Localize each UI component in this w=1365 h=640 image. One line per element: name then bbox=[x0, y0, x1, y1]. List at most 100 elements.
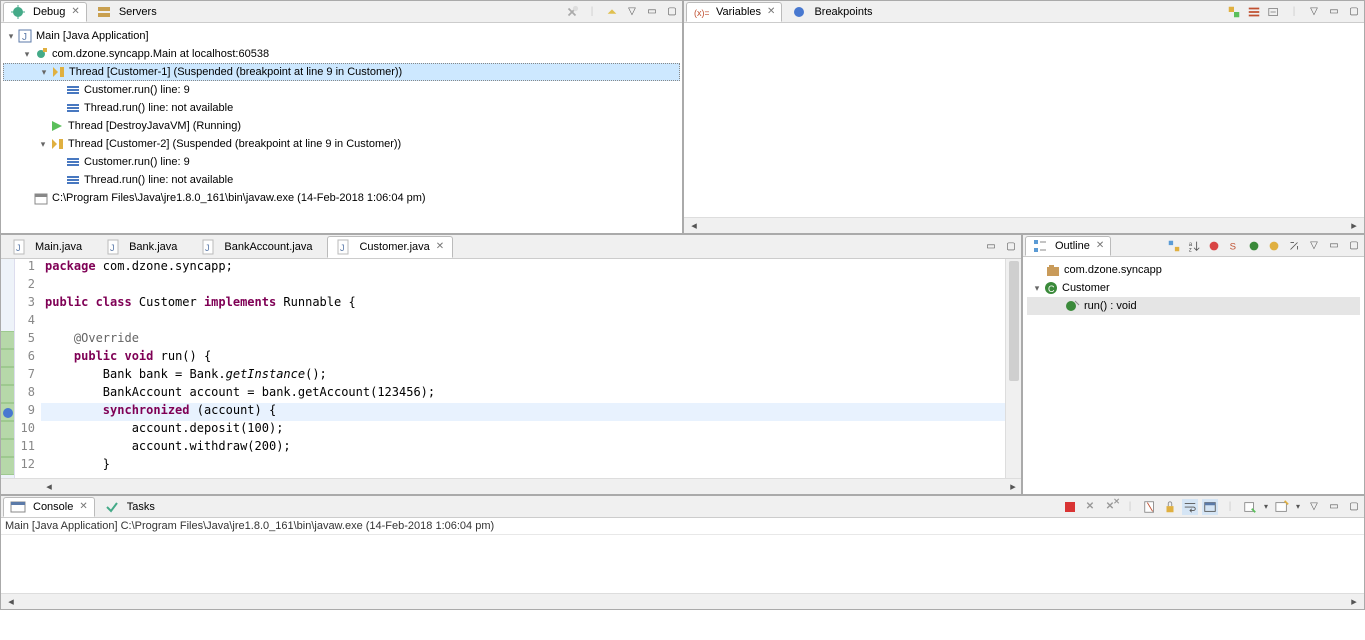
tree-stackframe[interactable]: Thread.run() line: not available bbox=[3, 99, 680, 117]
link-editor-icon[interactable] bbox=[1286, 238, 1302, 254]
sep: | bbox=[1222, 499, 1238, 515]
scroll-right-icon[interactable]: ▸ bbox=[1005, 480, 1021, 494]
tab-main-java[interactable]: JMain.java bbox=[3, 236, 91, 258]
variables-hscroll[interactable]: ◂ ▸ bbox=[684, 217, 1364, 233]
close-icon[interactable]: ✕ bbox=[79, 501, 87, 512]
clear-console-icon[interactable] bbox=[1142, 499, 1158, 515]
tab-variables[interactable]: (x)= Variables ✕ bbox=[686, 2, 782, 22]
outline-package[interactable]: com.dzone.syncapp bbox=[1027, 261, 1360, 279]
remove-terminated-icon[interactable] bbox=[564, 4, 580, 20]
twisty-icon[interactable]: ▾ bbox=[37, 139, 49, 150]
minimize-icon[interactable]: ▭ bbox=[983, 239, 999, 255]
scroll-thumb[interactable] bbox=[1009, 261, 1019, 381]
maximize-icon[interactable]: ▢ bbox=[1003, 239, 1019, 255]
maximize-icon[interactable]: ▢ bbox=[664, 4, 680, 20]
scroll-right-icon[interactable]: ▸ bbox=[1346, 219, 1362, 233]
chevron-down-icon[interactable]: ▽ bbox=[1306, 499, 1322, 515]
tab-outline[interactable]: Outline ✕ bbox=[1025, 236, 1111, 256]
tree-node-thread-destroy[interactable]: Thread [DestroyJavaVM] (Running) bbox=[3, 117, 680, 135]
minimize-icon[interactable]: ▭ bbox=[1326, 238, 1342, 254]
terminate-button[interactable] bbox=[1062, 499, 1078, 515]
scroll-left-icon[interactable]: ◂ bbox=[3, 595, 19, 609]
tab-outline-label: Outline bbox=[1055, 240, 1090, 252]
breakpoint-marker[interactable] bbox=[1, 403, 14, 421]
hide-static-icon[interactable]: S bbox=[1226, 238, 1242, 254]
tab-console-label: Console bbox=[33, 501, 73, 513]
remove-all-icon[interactable]: ✕✕ bbox=[1102, 499, 1118, 515]
sep: | bbox=[1286, 4, 1302, 20]
tree-stackframe[interactable]: Customer.run() line: 9 bbox=[3, 81, 680, 99]
tab-breakpoints[interactable]: Breakpoints bbox=[784, 2, 879, 22]
tab-tasks[interactable]: Tasks bbox=[97, 497, 162, 517]
sort-icon[interactable]: az bbox=[1186, 238, 1202, 254]
hide-fields-icon[interactable] bbox=[1206, 238, 1222, 254]
tab-debug-label: Debug bbox=[33, 6, 65, 18]
scroll-right-icon[interactable]: ▸ bbox=[1346, 595, 1362, 609]
view-menu-icon[interactable] bbox=[604, 4, 620, 20]
debug-tree[interactable]: ▾JMain [Java Application] ▾com.dzone.syn… bbox=[1, 23, 682, 233]
editor-vscroll[interactable] bbox=[1005, 259, 1021, 478]
chevron-down-icon[interactable]: ▽ bbox=[624, 4, 640, 20]
hide-nonpublic-icon[interactable] bbox=[1246, 238, 1262, 254]
tree-node-thread-2[interactable]: ▾Thread [Customer-2] (Suspended (breakpo… bbox=[3, 135, 680, 153]
remove-launch-icon[interactable]: ✕ bbox=[1082, 499, 1098, 515]
chevron-down-icon[interactable]: ▽ bbox=[1306, 4, 1322, 20]
show-logical-icon[interactable] bbox=[1246, 4, 1262, 20]
tree-stackframe[interactable]: Thread.run() line: not available bbox=[3, 171, 680, 189]
chevron-down-icon[interactable]: ▾ bbox=[1262, 499, 1270, 515]
scroll-left-icon[interactable]: ◂ bbox=[41, 480, 57, 494]
maximize-icon[interactable]: ▢ bbox=[1346, 4, 1362, 20]
outline-tree[interactable]: com.dzone.syncapp ▾CCustomer run() : voi… bbox=[1023, 257, 1364, 494]
editor-hscroll[interactable]: ◂ ▸ bbox=[1, 478, 1021, 494]
close-icon[interactable]: ✕ bbox=[1096, 240, 1104, 251]
outline-class[interactable]: ▾CCustomer bbox=[1027, 279, 1360, 297]
chevron-down-icon[interactable]: ▾ bbox=[1294, 499, 1302, 515]
minimize-icon[interactable]: ▭ bbox=[644, 4, 660, 20]
twisty-icon[interactable]: ▾ bbox=[21, 49, 33, 60]
code-area[interactable]: package com.dzone.syncapp; public class … bbox=[41, 259, 1005, 478]
minimize-icon[interactable]: ▭ bbox=[1326, 4, 1342, 20]
tab-servers[interactable]: Servers bbox=[89, 2, 164, 22]
word-wrap-icon[interactable] bbox=[1182, 499, 1198, 515]
tree-node-vm[interactable]: ▾com.dzone.syncapp.Main at localhost:605… bbox=[3, 45, 680, 63]
console-tabbar: Console ✕ Tasks ✕ ✕✕ | | ▾ ▾ ▽ ▭ bbox=[1, 496, 1364, 518]
tab-breakpoints-label: Breakpoints bbox=[814, 6, 872, 18]
focus-icon[interactable] bbox=[1166, 238, 1182, 254]
maximize-icon[interactable]: ▢ bbox=[1346, 238, 1362, 254]
twisty-icon[interactable]: ▾ bbox=[38, 67, 50, 78]
svg-text:J: J bbox=[110, 243, 115, 253]
close-icon[interactable]: ✕ bbox=[767, 6, 775, 17]
tree-node-process[interactable]: C:\Program Files\Java\jre1.8.0_161\bin\j… bbox=[3, 189, 680, 207]
stackframe-icon bbox=[65, 172, 81, 188]
tab-bank-java[interactable]: JBank.java bbox=[97, 236, 186, 258]
editor-body[interactable]: 1 2 3 4 5 6 7 8 9 10 11 12 package com.d… bbox=[1, 259, 1021, 478]
display-selected-icon[interactable] bbox=[1242, 499, 1258, 515]
scroll-left-icon[interactable]: ◂ bbox=[686, 219, 702, 233]
outline-method[interactable]: run() : void bbox=[1027, 297, 1360, 315]
hide-local-icon[interactable] bbox=[1266, 238, 1282, 254]
close-icon[interactable]: ✕ bbox=[436, 241, 444, 252]
console-hscroll[interactable]: ◂ ▸ bbox=[1, 593, 1364, 609]
twisty-icon[interactable]: ▾ bbox=[1031, 283, 1043, 294]
pin-console-icon[interactable] bbox=[1202, 499, 1218, 515]
twisty-icon[interactable]: ▾ bbox=[5, 31, 17, 42]
tab-console[interactable]: Console ✕ bbox=[3, 497, 95, 517]
tab-bankaccount-java[interactable]: JBankAccount.java bbox=[192, 236, 321, 258]
maximize-icon[interactable]: ▢ bbox=[1346, 499, 1362, 515]
console-output[interactable] bbox=[1, 535, 1364, 593]
tree-node-app[interactable]: ▾JMain [Java Application] bbox=[3, 27, 680, 45]
collapse-all-icon[interactable] bbox=[1266, 4, 1282, 20]
close-icon[interactable]: ✕ bbox=[71, 6, 79, 17]
editor-gutter[interactable]: 1 2 3 4 5 6 7 8 9 10 11 12 bbox=[15, 259, 41, 478]
chevron-down-icon[interactable]: ▽ bbox=[1306, 238, 1322, 254]
sep: | bbox=[1122, 499, 1138, 515]
minimize-icon[interactable]: ▭ bbox=[1326, 499, 1342, 515]
tab-debug[interactable]: Debug ✕ bbox=[3, 2, 87, 22]
open-console-icon[interactable] bbox=[1274, 499, 1290, 515]
scroll-lock-icon[interactable] bbox=[1162, 499, 1178, 515]
show-type-names-icon[interactable] bbox=[1226, 4, 1242, 20]
tree-stackframe[interactable]: Customer.run() line: 9 bbox=[3, 153, 680, 171]
tab-customer-java[interactable]: JCustomer.java✕ bbox=[327, 236, 453, 258]
tree-node-thread-1[interactable]: ▾Thread [Customer-1] (Suspended (breakpo… bbox=[3, 63, 680, 81]
editor-ruler[interactable] bbox=[1, 259, 15, 478]
